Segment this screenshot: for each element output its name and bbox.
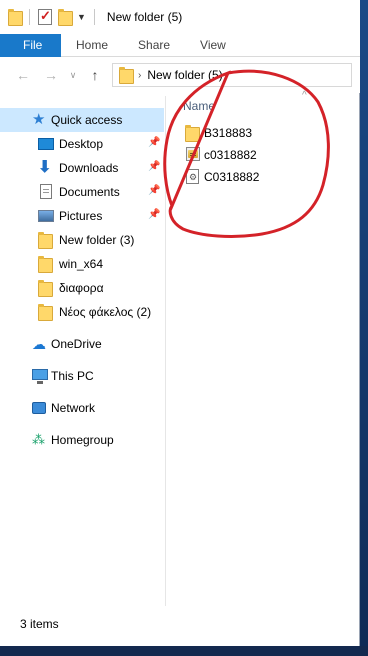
homegroup-icon: ⁂ bbox=[32, 432, 45, 447]
tab-share[interactable]: Share bbox=[123, 34, 185, 57]
window-title: New folder (5) bbox=[106, 10, 183, 24]
new-folder-icon[interactable] bbox=[58, 9, 73, 26]
taskbar-edge bbox=[0, 646, 368, 656]
tab-view[interactable]: View bbox=[185, 34, 241, 57]
divider bbox=[93, 9, 95, 25]
divider bbox=[29, 9, 30, 25]
breadcrumb-current[interactable]: New folder (5) bbox=[147, 68, 222, 82]
folder-icon bbox=[185, 125, 201, 142]
tab-home[interactable]: Home bbox=[61, 34, 123, 57]
sidebar-item-label: Desktop bbox=[59, 137, 104, 151]
file-list-pane: ^ Name B318883 c0318882 C0318882 bbox=[167, 90, 360, 606]
file-name: c0318882 bbox=[204, 148, 257, 162]
folder-icon[interactable] bbox=[8, 9, 23, 26]
sidebar-item-label: Pictures bbox=[59, 209, 103, 223]
sidebar-item-this-pc[interactable]: This PC bbox=[0, 364, 164, 388]
desktop-icon bbox=[38, 136, 54, 152]
file-item-b318883[interactable]: B318883 bbox=[185, 122, 355, 144]
pictures-icon bbox=[38, 208, 54, 224]
address-bar[interactable]: › New folder (5) bbox=[112, 63, 352, 87]
sidebar-item-label: Quick access bbox=[51, 113, 123, 127]
column-header-name[interactable]: Name bbox=[183, 99, 215, 113]
sidebar-item-desktop[interactable]: Desktop 📌 bbox=[0, 132, 164, 156]
pin-icon[interactable]: 📌 bbox=[148, 137, 160, 148]
file-name: C0318882 bbox=[204, 170, 260, 184]
sidebar-item-label: This PC bbox=[51, 369, 94, 383]
recent-locations-chevron-icon[interactable]: ∨ bbox=[62, 70, 84, 81]
folder-icon bbox=[38, 280, 54, 297]
customize-toolbar-dropdown-icon[interactable]: ▼ bbox=[77, 12, 86, 22]
sidebar-item-label: Νέος φάκελος (2) bbox=[59, 305, 152, 319]
breadcrumb-chevron-icon[interactable]: › bbox=[138, 70, 141, 81]
sidebar-item-quick-access[interactable]: ★ Quick access bbox=[0, 108, 164, 132]
ribbon-tabs: File Home Share View bbox=[0, 34, 360, 57]
sidebar-item-win-x64[interactable]: win_x64 bbox=[0, 252, 164, 276]
explorer-window: ▼ New folder (5) File Home Share View ← … bbox=[0, 0, 360, 646]
file-name: B318883 bbox=[204, 126, 253, 140]
folder-icon bbox=[38, 304, 54, 321]
back-arrow-icon[interactable]: ← bbox=[12, 67, 34, 83]
sidebar-item-label: Network bbox=[51, 401, 96, 415]
cloud-icon: ☁ bbox=[32, 336, 46, 352]
sidebar-item-label: διαφορα bbox=[59, 281, 104, 295]
sort-chevron-icon[interactable]: ^ bbox=[302, 90, 307, 101]
sidebar-item-downloads[interactable]: ⬇ Downloads 📌 bbox=[0, 156, 164, 180]
sidebar-item-label: Documents bbox=[59, 185, 120, 199]
documents-icon bbox=[38, 184, 54, 200]
sidebar-item-label: win_x64 bbox=[59, 257, 104, 271]
sidebar-item-new-folder-3[interactable]: New folder (3) bbox=[0, 228, 164, 252]
file-item-c0318882-bat[interactable]: c0318882 bbox=[185, 144, 355, 166]
folder-icon bbox=[38, 256, 54, 273]
batch-file-icon bbox=[185, 147, 201, 163]
computer-icon bbox=[32, 368, 48, 384]
pin-icon[interactable]: 📌 bbox=[148, 161, 160, 172]
navigation-pane: ★ Quick access Desktop 📌 ⬇ Downloads 📌 D… bbox=[0, 96, 166, 606]
properties-icon[interactable] bbox=[38, 8, 52, 25]
sidebar-item-pictures[interactable]: Pictures 📌 bbox=[0, 204, 164, 228]
title-bar: ▼ New folder (5) bbox=[0, 0, 360, 34]
navigation-bar: ← → ∨ ↑ › New folder (5) bbox=[0, 57, 360, 93]
sidebar-item-label: Homegroup bbox=[51, 433, 114, 447]
folder-icon bbox=[38, 232, 54, 249]
sidebar-item-onedrive[interactable]: ☁ OneDrive bbox=[0, 332, 164, 356]
sidebar-item-label: OneDrive bbox=[51, 337, 102, 351]
forward-arrow-icon[interactable]: → bbox=[40, 67, 62, 83]
config-file-icon bbox=[185, 169, 201, 185]
sidebar-item-label: New folder (3) bbox=[59, 233, 135, 247]
star-icon: ★ bbox=[32, 111, 46, 128]
up-arrow-icon[interactable]: ↑ bbox=[84, 67, 106, 83]
network-icon bbox=[32, 400, 48, 416]
folder-icon bbox=[119, 67, 134, 84]
pin-icon[interactable]: 📌 bbox=[148, 185, 160, 196]
quick-access-toolbar: ▼ bbox=[0, 8, 97, 26]
sidebar-item-documents[interactable]: Documents 📌 bbox=[0, 180, 164, 204]
status-bar: 3 items bbox=[0, 612, 360, 636]
tab-file[interactable]: File bbox=[0, 34, 61, 57]
pin-icon[interactable]: 📌 bbox=[148, 209, 160, 220]
sidebar-item-network[interactable]: Network bbox=[0, 396, 164, 420]
sidebar-item-label: Downloads bbox=[59, 161, 119, 175]
sidebar-item-neos-fakelos-2[interactable]: Νέος φάκελος (2) bbox=[0, 300, 164, 324]
sidebar-item-diafora[interactable]: διαφορα bbox=[0, 276, 164, 300]
desktop-background bbox=[360, 0, 368, 656]
file-item-c0318882-cfg[interactable]: C0318882 bbox=[185, 166, 355, 188]
download-icon: ⬇ bbox=[38, 159, 52, 176]
item-count: 3 items bbox=[20, 617, 59, 631]
sidebar-item-homegroup[interactable]: ⁂ Homegroup bbox=[0, 428, 164, 452]
